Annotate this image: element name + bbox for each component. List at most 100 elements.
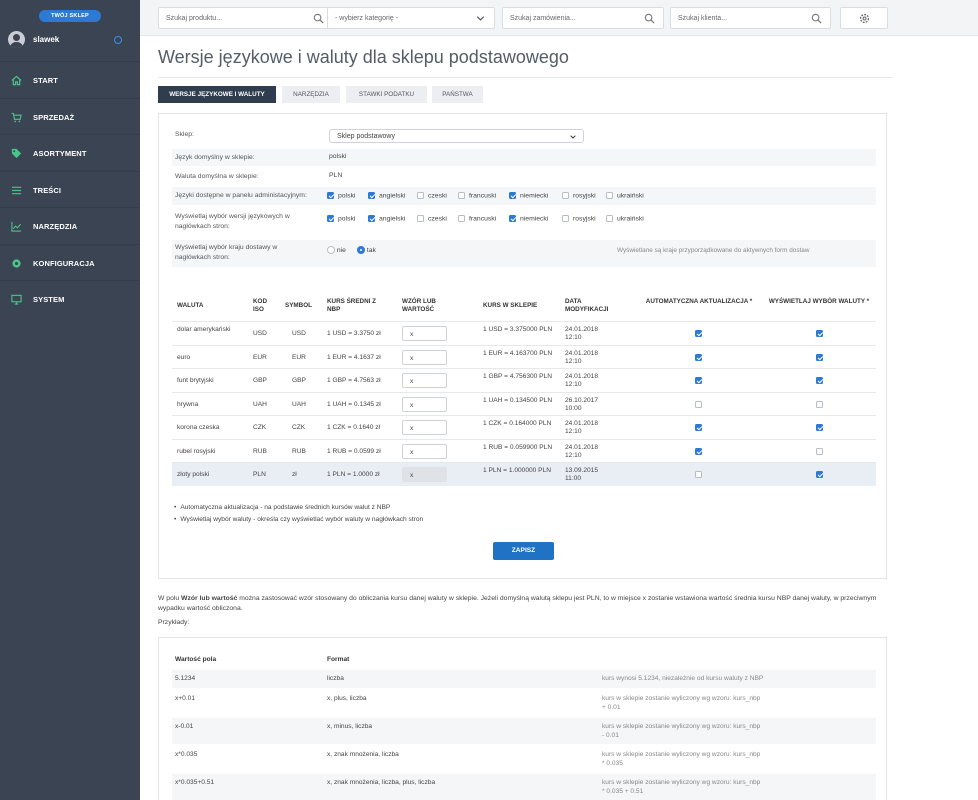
example-value: x-0.01 <box>175 723 194 730</box>
admin-language-checkbox[interactable] <box>606 192 613 199</box>
tab-countries[interactable]: PAŃSTWA <box>432 86 483 103</box>
settings-button[interactable] <box>840 7 888 29</box>
formula-input[interactable]: x <box>402 373 447 388</box>
radio-no-option[interactable]: nie <box>327 246 346 254</box>
auto-update-checkbox[interactable] <box>695 471 702 478</box>
default-currency-label: Waluta domyślna w sklepie: <box>175 173 259 180</box>
admin-language-checkbox[interactable] <box>458 192 465 199</box>
admin-language-option[interactable]: rosyjski <box>562 192 596 199</box>
client-search-input[interactable]: Szukaj klienta... <box>670 7 831 29</box>
show-currency-checkbox[interactable] <box>816 377 823 384</box>
currency-name: złoty polski <box>177 471 210 478</box>
header-language-checkbox[interactable] <box>509 215 516 222</box>
admin-language-checkbox[interactable] <box>562 192 569 199</box>
radio-yes-option[interactable]: tak <box>357 246 376 254</box>
header-language-option[interactable]: rosyjski <box>562 215 596 222</box>
sidebar-item-start[interactable]: START <box>0 61 140 98</box>
col-iso: KOD ISO <box>253 298 267 313</box>
tab-languages-currencies[interactable]: WERSJE JĘZYKOWE I WALUTY <box>158 86 276 103</box>
example-format: x, znak mnożenia, liczba <box>327 751 399 758</box>
currency-name: funt brytyjski <box>177 377 214 384</box>
currency-nbp-rate: 1 CZK = 0.1640 zł <box>327 424 380 431</box>
search-icon[interactable] <box>644 13 655 24</box>
radio-yes[interactable] <box>357 246 365 254</box>
radio-no-label: nie <box>336 246 346 254</box>
sidebar-item-system[interactable]: SYSTEM <box>0 280 140 317</box>
currency-symbol: zł <box>292 471 297 478</box>
your-shop-button[interactable]: TWÓJ SKLEP <box>39 10 101 22</box>
admin-language-option[interactable]: czeski <box>417 192 447 199</box>
auto-update-checkbox[interactable] <box>695 424 702 431</box>
sidebar-item-label: TREŚCI <box>33 185 62 195</box>
shop-select[interactable]: Sklep podstawowy <box>329 129 584 143</box>
auto-update-checkbox[interactable] <box>695 377 702 384</box>
order-search-input[interactable]: Szukaj zamówienia... <box>502 7 664 29</box>
currency-row: dolar amerykański USD USD 1 USD = 3.3750 zł… <box>172 321 876 345</box>
formula-input[interactable]: x <box>402 326 447 341</box>
notes-list: Automatyczna aktualizacja - na podstawie… <box>174 502 423 526</box>
example-description: kurs w sklepie zostanie wyliczony wg wzo… <box>602 695 761 711</box>
header-language-option[interactable]: czeski <box>417 215 447 222</box>
header-language-option[interactable]: niemiecki <box>509 215 548 222</box>
currency-symbol: GBP <box>292 377 306 384</box>
show-currency-checkbox[interactable] <box>816 447 823 455</box>
header-language-checkbox[interactable] <box>417 215 424 222</box>
auto-update-checkbox[interactable] <box>695 330 702 337</box>
currency-iso: RUB <box>253 447 267 455</box>
user-row[interactable]: slawek <box>0 28 140 58</box>
sidebar-item-konfiguracja[interactable]: KONFIGURACJA <box>0 243 140 281</box>
header-language-option[interactable]: polski <box>327 215 355 222</box>
examples-table: Wartość pola Format 5.1234 liczba kurs wyn… <box>158 637 887 800</box>
show-currency-checkbox[interactable] <box>816 400 823 408</box>
show-currency-checkbox[interactable] <box>816 424 823 431</box>
formula-input[interactable]: x <box>402 443 447 459</box>
currency-iso: UAH <box>253 400 267 408</box>
header-language-option[interactable]: francuski <box>458 215 496 222</box>
admin-language-option[interactable]: angielski <box>368 192 405 199</box>
show-currency-checkbox[interactable] <box>816 471 823 478</box>
admin-language-checkbox[interactable] <box>368 192 375 199</box>
header-language-option[interactable]: angielski <box>368 215 405 222</box>
admin-language-checkbox[interactable] <box>509 192 516 199</box>
sidebar-item-sprzedaz[interactable]: SPRZEDAŻ <box>0 97 140 135</box>
currency-name: korona czeska <box>177 424 220 431</box>
header-language-checkbox[interactable] <box>458 215 465 222</box>
admin-language-option[interactable]: niemiecki <box>509 192 548 199</box>
admin-language-option[interactable]: francuski <box>458 192 496 199</box>
sidebar-item-tresci[interactable]: TREŚCI <box>0 170 140 208</box>
header-language-checkbox[interactable] <box>368 215 375 222</box>
admin-language-checkbox[interactable] <box>327 192 334 199</box>
formula-input[interactable]: x <box>402 420 447 435</box>
auto-update-checkbox[interactable] <box>695 400 702 408</box>
category-select[interactable]: - wybierz kategorię - <box>327 7 495 29</box>
formula-input[interactable]: x <box>402 396 447 412</box>
col-date: DATA MODYFIKACJI <box>565 298 609 313</box>
currency-name: euro <box>177 353 191 361</box>
radio-no[interactable] <box>327 246 335 254</box>
search-icon[interactable] <box>313 13 324 24</box>
show-currency-checkbox[interactable] <box>816 330 823 337</box>
save-button[interactable]: ZAPISZ <box>493 542 554 560</box>
auto-update-checkbox[interactable] <box>695 447 702 455</box>
tab-tools[interactable]: NARZĘDZIA <box>282 86 340 103</box>
auto-update-checkbox[interactable] <box>695 353 702 361</box>
currency-nbp-rate: 1 RUB = 0.0599 zł <box>327 447 381 455</box>
show-currency-checkbox[interactable] <box>816 353 823 361</box>
formula-input[interactable]: x <box>402 349 447 365</box>
product-search-input[interactable]: Szukaj produktu... <box>158 7 333 29</box>
admin-language-option[interactable]: polski <box>327 192 355 199</box>
sidebar-item-narzedzia[interactable]: NARZĘDZIA <box>0 207 140 244</box>
search-icon[interactable] <box>811 13 822 24</box>
example-value: x*0.035 <box>175 751 198 758</box>
header-language-checkbox[interactable] <box>606 215 613 222</box>
tab-tax-rates[interactable]: STAWKI PODATKU <box>346 86 427 103</box>
header-languages-label: Wyświetlaj wybór wersji językowych w nag… <box>175 213 290 230</box>
admin-language-option[interactable]: ukraiński <box>606 192 644 199</box>
admin-language-checkbox[interactable] <box>417 192 424 199</box>
header-language-checkbox[interactable] <box>327 215 334 222</box>
header-language-checkbox[interactable] <box>562 215 569 222</box>
formula-input[interactable]: x <box>402 467 447 482</box>
sidebar-item-asortyment[interactable]: ASORTYMENT <box>0 134 140 171</box>
header-language-option[interactable]: ukraiński <box>606 215 644 222</box>
currency-iso: GBP <box>253 377 267 384</box>
